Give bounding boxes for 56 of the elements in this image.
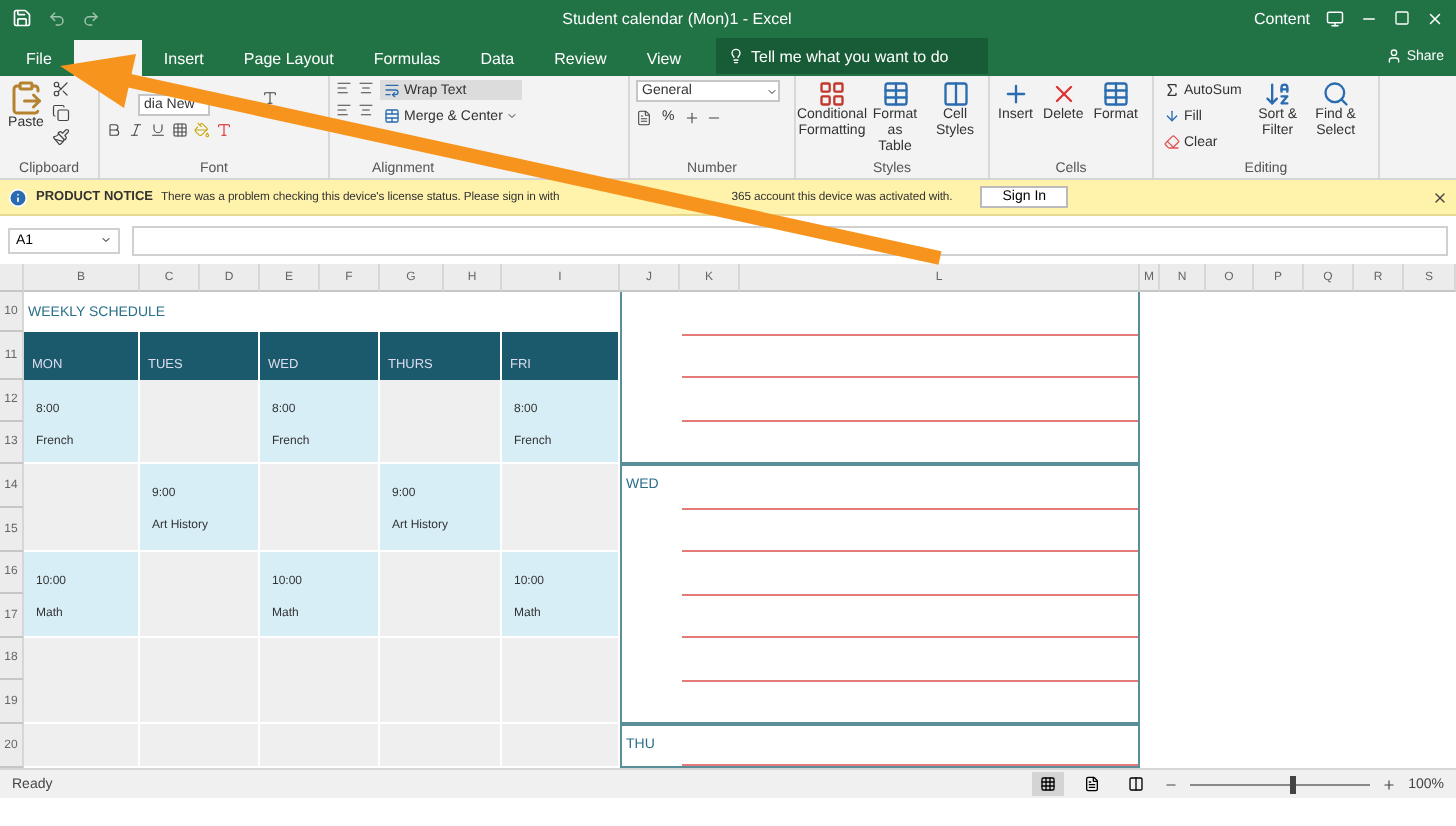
ribbon-tab[interactable]: View xyxy=(628,40,700,76)
underline-icon xyxy=(150,122,166,138)
table-icon xyxy=(1101,80,1130,108)
ribbon-tab[interactable]: Insert xyxy=(145,40,222,76)
lightbulb-icon xyxy=(727,48,744,64)
close-icon[interactable] xyxy=(1432,189,1448,205)
wrap-text-icon xyxy=(384,82,400,98)
down-arrow-icon xyxy=(1164,108,1180,124)
maximize-icon[interactable] xyxy=(1394,10,1410,26)
person-icon xyxy=(1386,48,1403,64)
sigma-icon xyxy=(1164,82,1180,98)
scissors-icon xyxy=(52,80,70,98)
merge-icon xyxy=(384,108,400,124)
search-icon xyxy=(1321,80,1350,108)
redo-icon[interactable] xyxy=(82,9,100,27)
caret-icon xyxy=(506,110,519,122)
eraser-icon xyxy=(1164,134,1180,150)
align-center-icon xyxy=(358,102,374,118)
plus-icon xyxy=(1001,80,1030,108)
align-middle-icon xyxy=(358,80,374,96)
tell-me-field[interactable]: Tell me what you want to do xyxy=(715,38,989,74)
undo-icon[interactable] xyxy=(48,9,66,27)
clipboard-icon xyxy=(8,80,44,116)
bold-icon xyxy=(106,122,122,138)
window-title: Student calendar (Mon)1 - Excel xyxy=(560,9,794,27)
save-icon[interactable] xyxy=(12,8,32,28)
table-icon xyxy=(881,80,909,108)
ribbon-tab[interactable]: Review xyxy=(536,40,625,76)
grid-icon xyxy=(1040,776,1057,792)
formula-field[interactable] xyxy=(132,225,1448,255)
info-icon xyxy=(8,187,28,207)
align-top-icon xyxy=(336,80,352,96)
caret-icon xyxy=(766,85,778,97)
paintbrush-icon xyxy=(52,128,70,146)
ribbon-tab[interactable]: Page Layout xyxy=(225,40,352,76)
ribbon-tab[interactable]: Formulas xyxy=(355,40,459,76)
ribbon-tab[interactable]: File xyxy=(8,40,70,76)
display-options-icon[interactable] xyxy=(1326,9,1344,27)
ribbon-tab[interactable]: Data xyxy=(462,40,533,76)
font-color-icon xyxy=(216,122,232,138)
caret-icon xyxy=(100,234,112,246)
borders-icon xyxy=(172,122,188,138)
copy-icon xyxy=(52,104,70,122)
grid-icon xyxy=(818,80,846,108)
account-name[interactable]: Content xyxy=(1253,9,1310,27)
view-button[interactable] xyxy=(1032,772,1065,796)
italic-icon xyxy=(128,122,144,138)
columns-icon xyxy=(941,80,969,108)
columns-icon xyxy=(1128,776,1145,792)
sort-icon xyxy=(1263,80,1292,108)
font-grow-icon xyxy=(262,90,278,106)
page-icon xyxy=(1084,776,1101,792)
increase-decimal-icon xyxy=(684,109,701,125)
align-left-icon xyxy=(336,102,352,118)
zoom-in-icon[interactable] xyxy=(1382,777,1397,791)
fill-color-icon xyxy=(194,122,210,138)
